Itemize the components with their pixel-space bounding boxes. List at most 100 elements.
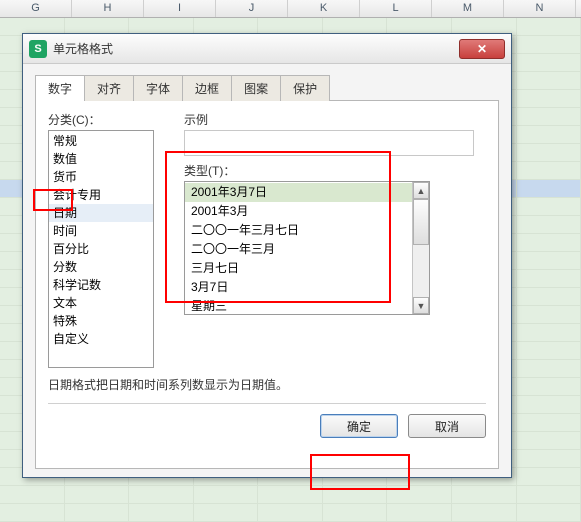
type-item[interactable]: 二〇〇一年三月 (185, 240, 412, 259)
cell[interactable] (517, 72, 581, 90)
category-item[interactable]: 时间 (49, 222, 153, 240)
column-header[interactable]: I (144, 0, 216, 17)
close-button[interactable]: ✕ (459, 39, 505, 59)
column-header[interactable]: K (288, 0, 360, 17)
cell[interactable] (517, 180, 581, 198)
tab-字体[interactable]: 字体 (133, 75, 183, 101)
cell[interactable] (194, 504, 259, 522)
cell[interactable] (517, 414, 581, 432)
category-item[interactable]: 百分比 (49, 240, 153, 258)
tab-对齐[interactable]: 对齐 (84, 75, 134, 101)
dialog-titlebar[interactable]: S 单元格格式 ✕ (23, 34, 511, 64)
type-item[interactable]: 三月七日 (185, 259, 412, 278)
category-item[interactable]: 分数 (49, 258, 153, 276)
sample-label: 示例 (184, 111, 486, 128)
format-description: 日期格式把日期和时间系列数显示为日期值。 (48, 376, 486, 393)
cell[interactable] (517, 36, 581, 54)
cell[interactable] (517, 504, 581, 522)
cell[interactable] (517, 288, 581, 306)
cell[interactable] (387, 486, 452, 504)
divider (48, 403, 486, 404)
category-item[interactable]: 数值 (49, 150, 153, 168)
tab-图案[interactable]: 图案 (231, 75, 281, 101)
cell[interactable] (517, 18, 581, 36)
type-item[interactable]: 2001年3月 (185, 202, 412, 221)
cell[interactable] (517, 378, 581, 396)
column-headers: GHIJKLMN (0, 0, 581, 18)
cell[interactable] (517, 234, 581, 252)
category-column: 分类(C)： 常规数值货币会计专用日期时间百分比分数科学记数文本特殊自定义 (48, 111, 154, 368)
cell[interactable] (517, 54, 581, 72)
cell[interactable] (65, 486, 130, 504)
type-item[interactable]: 2001年3月7日 (185, 183, 412, 202)
cell[interactable] (0, 504, 65, 522)
cell-format-dialog: S 单元格格式 ✕ 数字对齐字体边框图案保护 分类(C)： 常规数值货币会计专用… (22, 33, 512, 478)
cancel-button[interactable]: 取消 (408, 414, 486, 438)
dialog-buttons: 确定 取消 (48, 414, 486, 438)
cell[interactable] (517, 432, 581, 450)
cell[interactable] (387, 504, 452, 522)
cell[interactable] (129, 486, 194, 504)
scroll-up-button[interactable]: ▲ (413, 182, 429, 199)
column-header[interactable]: L (360, 0, 432, 17)
type-list-scrollbar[interactable]: ▲ ▼ (412, 182, 429, 314)
cell[interactable] (517, 90, 581, 108)
type-item[interactable]: 二〇〇一年三月七日 (185, 221, 412, 240)
scroll-thumb[interactable] (413, 199, 429, 245)
cell[interactable] (517, 486, 581, 504)
type-label: 类型(T)： (184, 162, 486, 179)
type-item[interactable]: 星期三 (185, 297, 412, 314)
cell[interactable] (452, 504, 517, 522)
cell[interactable] (194, 486, 259, 504)
cell[interactable] (258, 486, 323, 504)
tab-数字[interactable]: 数字 (35, 75, 85, 101)
category-item[interactable]: 常规 (49, 132, 153, 150)
column-header[interactable]: N (504, 0, 576, 17)
cell[interactable] (517, 252, 581, 270)
scroll-down-button[interactable]: ▼ (413, 297, 429, 314)
type-item[interactable]: 3月7日 (185, 278, 412, 297)
scroll-track[interactable] (413, 245, 429, 297)
cell[interactable] (517, 324, 581, 342)
cell[interactable] (517, 198, 581, 216)
cell[interactable] (517, 144, 581, 162)
category-item[interactable]: 货币 (49, 168, 153, 186)
cell[interactable] (0, 486, 65, 504)
tab-保护[interactable]: 保护 (280, 75, 330, 101)
cell[interactable] (517, 126, 581, 144)
cell[interactable] (323, 504, 388, 522)
cell[interactable] (452, 486, 517, 504)
cell[interactable] (517, 306, 581, 324)
column-header[interactable]: J (216, 0, 288, 17)
cell[interactable] (323, 486, 388, 504)
category-list[interactable]: 常规数值货币会计专用日期时间百分比分数科学记数文本特殊自定义 (48, 130, 154, 368)
cell[interactable] (517, 450, 581, 468)
cell[interactable] (517, 342, 581, 360)
app-logo-icon: S (29, 40, 47, 58)
cell[interactable] (65, 504, 130, 522)
sheet-row (0, 486, 581, 504)
tab-边框[interactable]: 边框 (182, 75, 232, 101)
column-header[interactable]: H (72, 0, 144, 17)
category-item[interactable]: 文本 (49, 294, 153, 312)
category-item[interactable]: 自定义 (49, 330, 153, 348)
sample-box (184, 130, 474, 156)
cell[interactable] (517, 162, 581, 180)
category-item[interactable]: 会计专用 (49, 186, 153, 204)
cell[interactable] (517, 360, 581, 378)
type-list[interactable]: 2001年3月7日2001年3月二〇〇一年三月七日二〇〇一年三月三月七日3月7日… (185, 182, 412, 314)
category-item[interactable]: 日期 (49, 204, 153, 222)
category-item[interactable]: 科学记数 (49, 276, 153, 294)
cell[interactable] (517, 468, 581, 486)
column-header[interactable]: G (0, 0, 72, 17)
cell[interactable] (517, 108, 581, 126)
cell[interactable] (129, 504, 194, 522)
ok-button[interactable]: 确定 (320, 414, 398, 438)
column-header[interactable]: M (432, 0, 504, 17)
cell[interactable] (517, 270, 581, 288)
category-item[interactable]: 特殊 (49, 312, 153, 330)
cell[interactable] (258, 504, 323, 522)
sheet-row (0, 504, 581, 522)
cell[interactable] (517, 216, 581, 234)
cell[interactable] (517, 396, 581, 414)
